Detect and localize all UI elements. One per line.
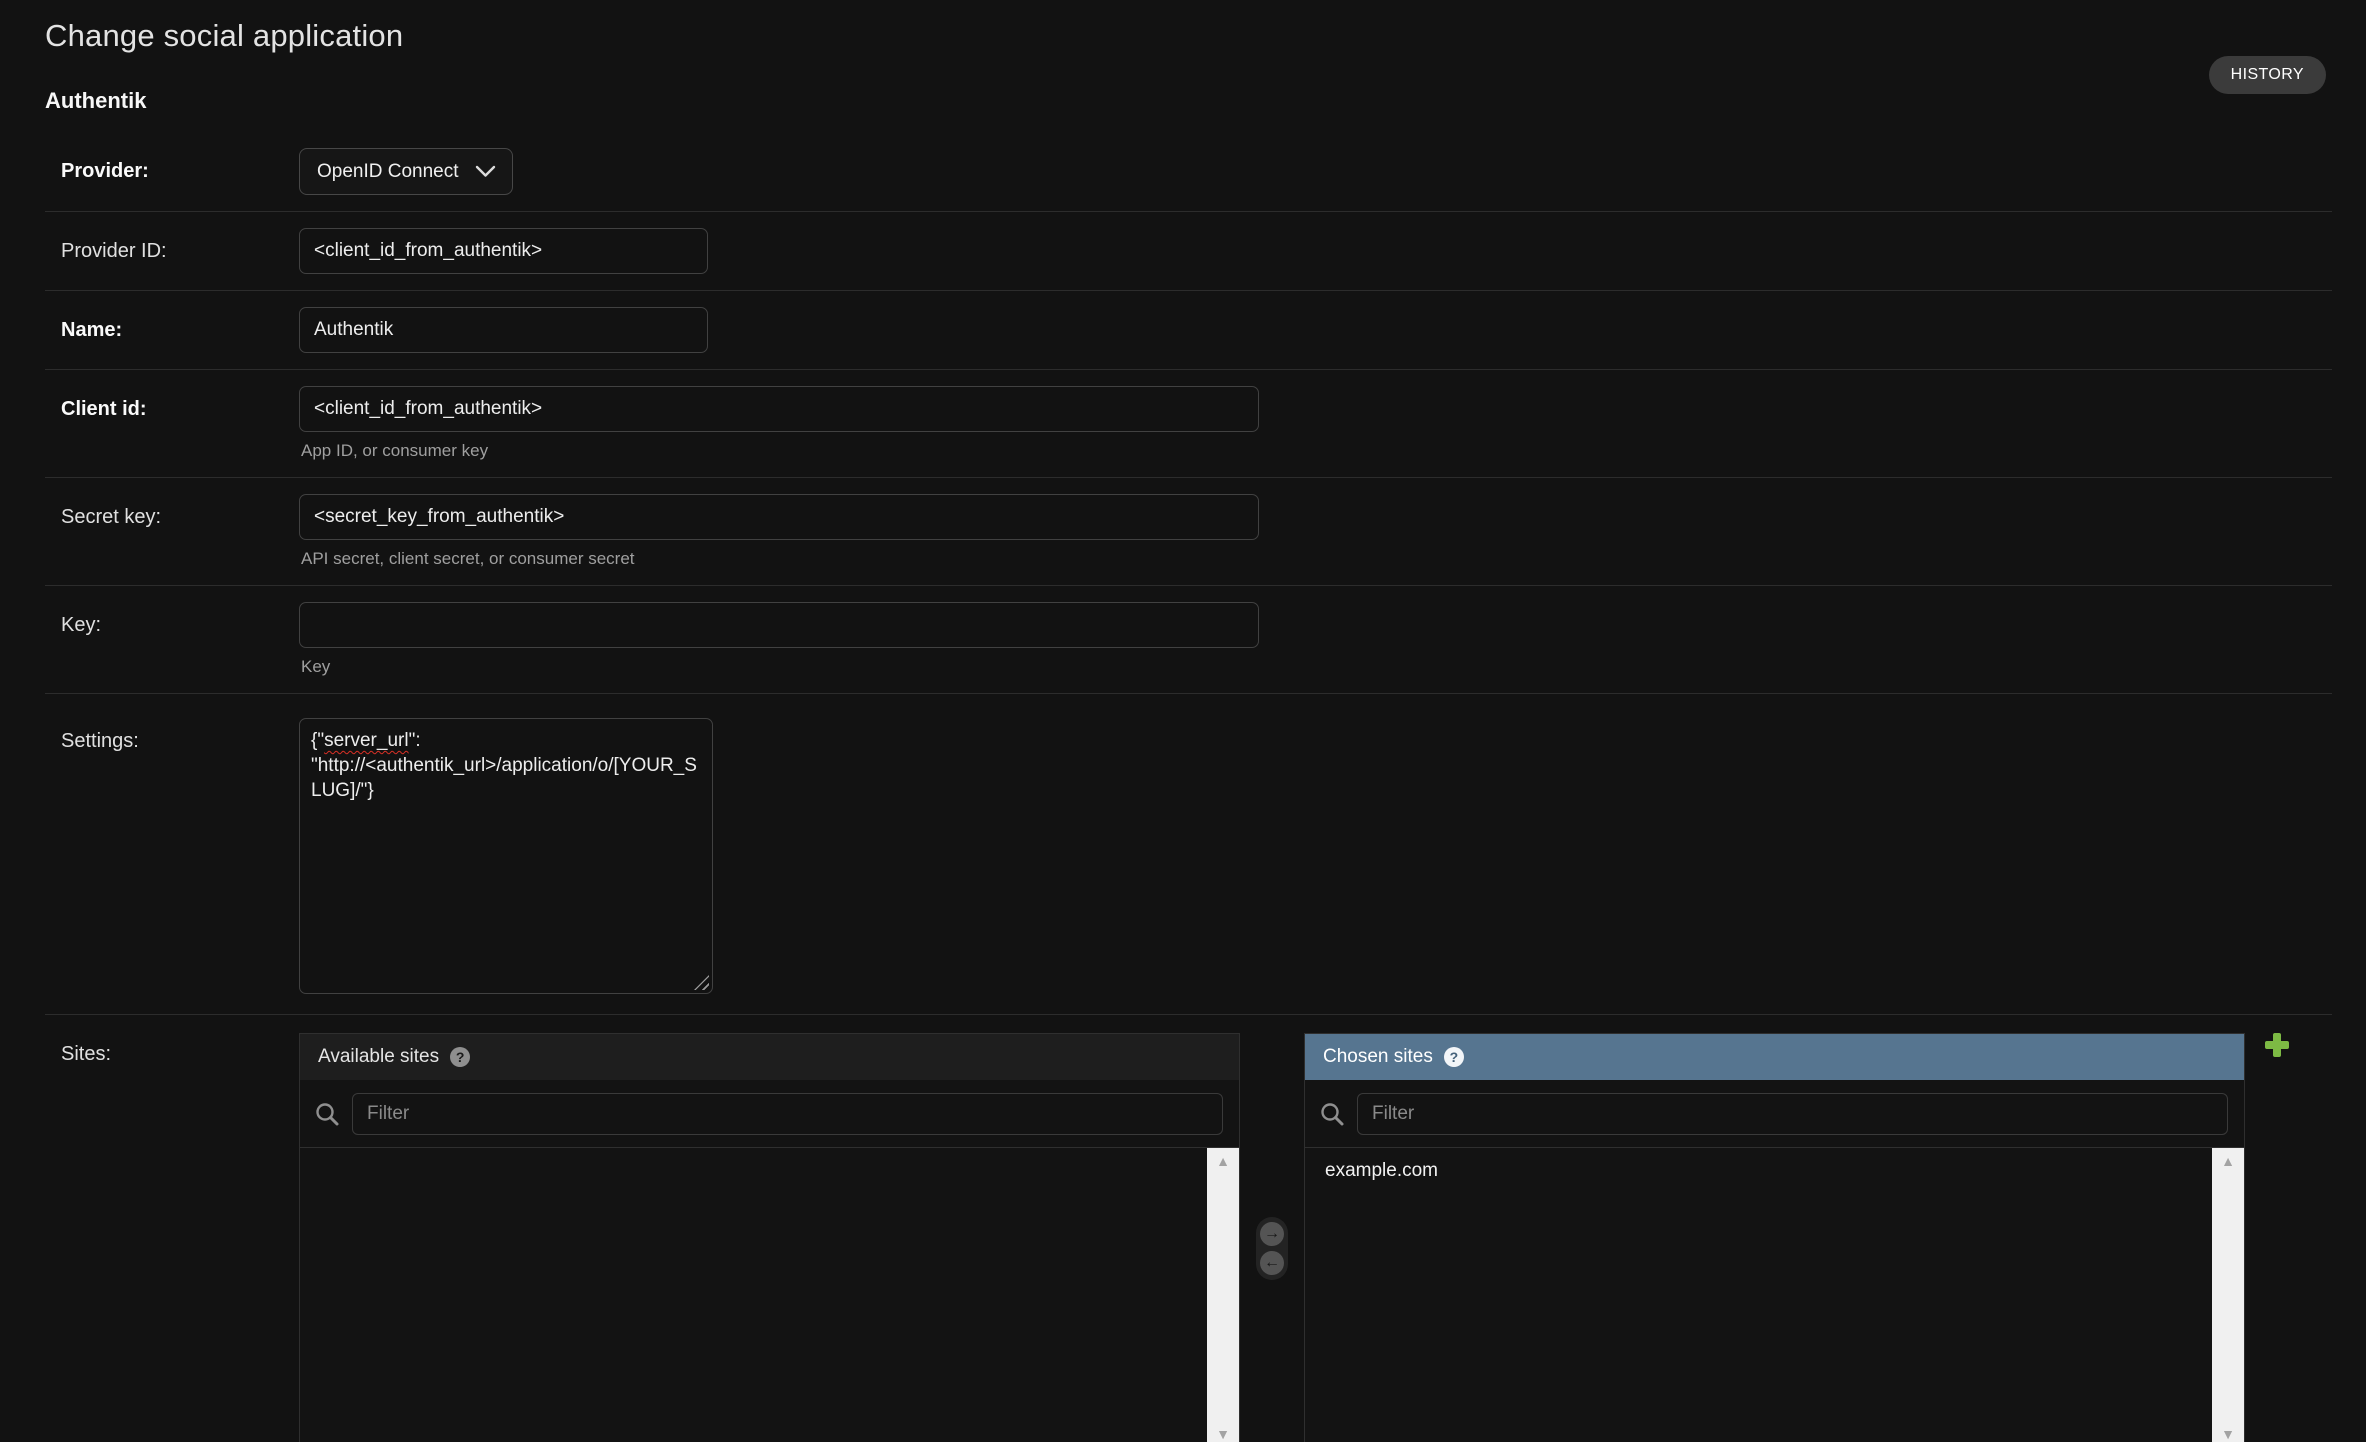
available-sites-list[interactable]: ▲ ▼ [300,1147,1239,1442]
list-item[interactable]: example.com [1305,1148,2244,1182]
chosen-sites-header: Chosen sites ? [1305,1034,2244,1080]
available-filter-input[interactable] [352,1093,1223,1135]
vertical-scrollbar[interactable]: ▲ ▼ [2212,1148,2244,1442]
available-sites-box: Available sites ? ▲ [299,1033,1240,1442]
form-row-settings: Settings: {"server_url": "http://<authen… [45,694,2332,1015]
key-label: Key: [45,602,299,637]
chosen-sites-title: Chosen sites [1323,1046,1433,1068]
remove-arrow-button[interactable]: ← [1260,1251,1284,1275]
form-row-provider: Provider: OpenID Connect [45,124,2332,212]
scroll-up-icon[interactable]: ▲ [1216,1154,1230,1168]
textarea-resize-handle[interactable] [694,975,709,990]
change-social-application-page: Change social application HISTORY Authen… [0,0,2366,1442]
available-sites-header: Available sites ? [300,1034,1239,1080]
name-label: Name: [45,307,299,342]
secret-key-label: Secret key: [45,494,299,529]
provider-label: Provider: [45,148,299,183]
help-icon[interactable]: ? [1444,1047,1464,1067]
available-sites-title: Available sites [318,1046,439,1068]
form-row-provider-id: Provider ID: [45,212,2332,291]
name-input[interactable] [299,307,708,353]
sites-label: Sites: [45,1033,299,1066]
vertical-scrollbar[interactable]: ▲ ▼ [1207,1148,1239,1442]
form-row-client-id: Client id: App ID, or consumer key [45,370,2332,478]
chosen-sites-box: Chosen sites ? example.com [1304,1033,2245,1442]
selector-middle: → ← [1240,1033,1304,1442]
chosen-filter-input[interactable] [1357,1093,2228,1135]
scroll-down-icon[interactable]: ▼ [2221,1427,2235,1441]
scroll-up-icon[interactable]: ▲ [2221,1154,2235,1168]
change-form: Provider: OpenID Connect Provider ID: [45,124,2332,1442]
form-row-secret-key: Secret key: API secret, client secret, o… [45,478,2332,586]
settings-label: Settings: [45,718,299,753]
sites-selector-widget: Available sites ? ▲ [299,1033,2332,1442]
chosen-filter-row [1305,1080,2244,1147]
client-id-input[interactable] [299,386,1259,432]
provider-select[interactable]: OpenID Connect [299,148,513,195]
form-row-sites: Sites: Available sites ? [45,1015,2332,1442]
provider-select-value: OpenID Connect [317,161,459,183]
page-content: Change social application HISTORY Authen… [0,0,2366,1442]
section-heading: Authentik [45,88,2332,114]
choose-arrow-button[interactable]: → [1260,1222,1284,1246]
chosen-sites-list[interactable]: example.com ▲ ▼ [1305,1147,2244,1442]
provider-id-input[interactable] [299,228,708,274]
settings-text: {" [311,730,324,751]
form-row-key: Key: Key [45,586,2332,694]
provider-id-label: Provider ID: [45,228,299,263]
scroll-down-icon[interactable]: ▼ [1216,1427,1230,1441]
available-filter-row [300,1080,1239,1147]
key-input[interactable] [299,602,1259,648]
secret-key-help: API secret, client secret, or consumer s… [301,549,2332,569]
settings-misspelled-word: server_url [324,730,408,751]
history-button[interactable]: HISTORY [2209,56,2326,94]
selector-mover: → ← [1256,1217,1288,1280]
settings-textarea[interactable]: {"server_url": "http://<authentik_url>/a… [299,718,713,994]
form-row-name: Name: [45,291,2332,370]
page-title: Change social application [45,16,2332,54]
client-id-help: App ID, or consumer key [301,441,2332,461]
client-id-label: Client id: [45,386,299,421]
add-site-plus-icon[interactable] [2265,1033,2289,1057]
secret-key-input[interactable] [299,494,1259,540]
search-icon [314,1101,340,1127]
search-icon [1319,1101,1345,1127]
key-help: Key [301,657,2332,677]
chevron-down-icon [475,165,496,178]
help-icon[interactable]: ? [450,1047,470,1067]
